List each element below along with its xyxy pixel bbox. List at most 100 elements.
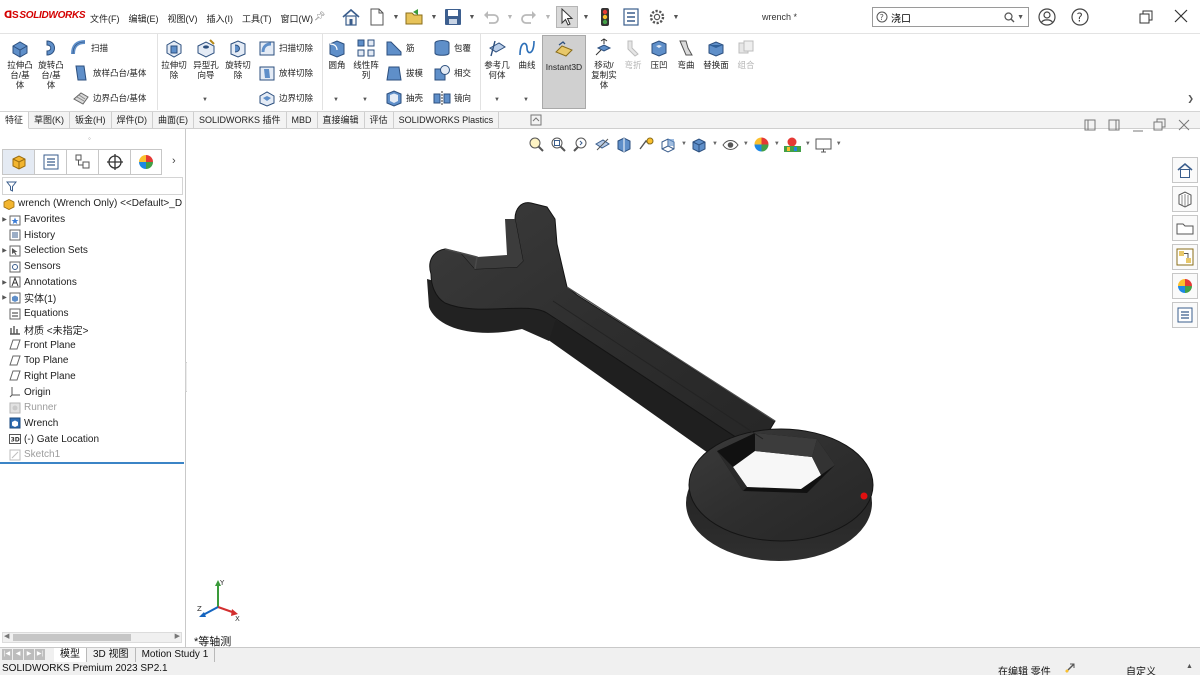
expand-arrow-icon[interactable]: ▶ bbox=[0, 247, 9, 254]
rib-button[interactable]: 筋 bbox=[385, 39, 415, 57]
tab-sheet-metal[interactable]: 钣金(H) bbox=[70, 112, 112, 129]
expand-arrow-icon[interactable]: ▶ bbox=[0, 294, 9, 301]
open-dropdown-icon[interactable]: ▼ bbox=[430, 14, 438, 21]
scrollbar-thumb[interactable] bbox=[13, 634, 131, 641]
intersect-button[interactable]: 相交 bbox=[433, 64, 471, 82]
solidworks-resources-tab[interactable] bbox=[1172, 157, 1198, 183]
viewport-split-icon[interactable] bbox=[1108, 119, 1120, 131]
hole-wizard-dropdown-icon[interactable]: ▼ bbox=[202, 97, 208, 103]
combine-button[interactable]: 组合 bbox=[733, 38, 759, 70]
undo-dropdown-icon[interactable]: ▼ bbox=[506, 14, 514, 21]
tree-item-selection-sets[interactable]: ▶ Selection Sets bbox=[0, 243, 186, 259]
view-settings-dropdown-icon[interactable]: ▼ bbox=[836, 141, 842, 147]
instant3d-button[interactable]: Instant3D bbox=[542, 35, 586, 109]
file-explorer-tab[interactable] bbox=[1172, 215, 1198, 241]
apply-scene-dropdown-icon[interactable]: ▼ bbox=[805, 141, 811, 147]
feature-manager-tab[interactable] bbox=[2, 149, 34, 175]
ribbon-collapse-icon[interactable]: ❯ bbox=[1187, 94, 1194, 103]
tab-weldments[interactable]: 焊件(D) bbox=[112, 112, 154, 129]
tree-item-top-plane[interactable]: Top Plane bbox=[0, 353, 186, 369]
zoom-to-area-icon[interactable] bbox=[549, 135, 568, 154]
tree-root-part[interactable]: wrench (Wrench Only) <<Default>_D bbox=[0, 196, 186, 212]
tab-mbd[interactable]: MBD bbox=[287, 112, 318, 129]
redo-icon[interactable] bbox=[518, 6, 540, 28]
search-dropdown-icon[interactable]: ▼ bbox=[1017, 14, 1024, 21]
tab-sketch[interactable]: 草图(K) bbox=[29, 112, 71, 129]
revolve-cut-button[interactable]: 旋转切 除 bbox=[223, 38, 253, 80]
redo-dropdown-icon[interactable]: ▼ bbox=[544, 14, 552, 21]
viewport-close-icon[interactable] bbox=[1178, 119, 1190, 131]
tree-item-origin[interactable]: Origin bbox=[0, 384, 186, 400]
dynamic-annotation-icon[interactable] bbox=[637, 135, 656, 154]
shell-button[interactable]: 抽壳 bbox=[385, 89, 423, 107]
indent-button[interactable]: 压凹 bbox=[646, 38, 672, 70]
display-style-icon[interactable] bbox=[690, 135, 709, 154]
tree-item-history[interactable]: History bbox=[0, 227, 186, 243]
select-cursor-icon[interactable] bbox=[556, 6, 578, 28]
save-dropdown-icon[interactable]: ▼ bbox=[468, 14, 476, 21]
property-manager-tab[interactable] bbox=[34, 149, 66, 175]
tree-filter-input[interactable] bbox=[2, 177, 183, 195]
user-account-icon[interactable] bbox=[1038, 8, 1056, 26]
custom-properties-tab[interactable] bbox=[1172, 302, 1198, 328]
tree-item-gate-location[interactable]: 3D (-) Gate Location bbox=[0, 431, 186, 447]
view-3d-dynamic-icon[interactable] bbox=[615, 135, 634, 154]
appearances-tab[interactable] bbox=[1172, 273, 1198, 299]
edit-appearance-icon[interactable] bbox=[752, 135, 771, 154]
tab-motion-study[interactable]: Motion Study 1 bbox=[136, 648, 216, 662]
replace-face-button[interactable]: 替换面 bbox=[700, 38, 732, 70]
help-icon[interactable]: ? bbox=[1071, 8, 1089, 26]
lofted-cut-button[interactable]: 放样切除 bbox=[258, 64, 313, 82]
tree-horizontal-scrollbar[interactable]: ◀ ▶ bbox=[2, 632, 182, 643]
move-copy-body-button[interactable]: 移动/ 复制实 体 bbox=[588, 38, 620, 90]
tree-item-sketch1[interactable]: Sketch1 bbox=[0, 447, 186, 463]
scroll-right-icon[interactable]: ▶ bbox=[175, 632, 180, 640]
menu-edit[interactable]: 编辑(E) bbox=[129, 12, 159, 25]
expand-arrow-icon[interactable]: ▶ bbox=[0, 216, 9, 223]
display-style-dropdown-icon[interactable]: ▼ bbox=[712, 141, 718, 147]
pattern-dropdown-icon[interactable]: ▼ bbox=[362, 97, 368, 103]
panel-grip-icon[interactable]: ◦ bbox=[88, 134, 91, 143]
new-document-icon[interactable] bbox=[366, 6, 388, 28]
first-tab-icon[interactable]: |◀ bbox=[2, 649, 12, 660]
hide-show-items-icon[interactable] bbox=[721, 135, 740, 154]
solidworks-logo[interactable]: ᗡSSOLIDWORKS bbox=[4, 10, 86, 21]
expand-arrow-icon[interactable]: ▶ bbox=[0, 279, 9, 286]
menu-insert[interactable]: 插入(I) bbox=[207, 12, 234, 25]
unit-system[interactable]: 自定义 bbox=[1126, 663, 1156, 675]
curves-dropdown-icon[interactable]: ▼ bbox=[523, 97, 529, 103]
swept-cut-button[interactable]: 扫描切除 bbox=[258, 39, 313, 57]
gate-location-marker[interactable] bbox=[860, 492, 868, 500]
tree-item-favorites[interactable]: ▶ Favorites bbox=[0, 212, 186, 228]
mirror-button[interactable]: 镜向 bbox=[433, 89, 471, 107]
curves-button[interactable]: 曲线 bbox=[513, 38, 541, 70]
tab-evaluate[interactable]: 评估 bbox=[365, 112, 394, 129]
tab-options-icon[interactable] bbox=[530, 114, 542, 126]
tree-item-runner[interactable]: Runner bbox=[0, 400, 186, 416]
display-manager-tab[interactable] bbox=[130, 149, 162, 175]
tree-item-equations[interactable]: Equations bbox=[0, 306, 186, 322]
tab-model[interactable]: 模型 bbox=[54, 648, 87, 662]
tree-item-solid-bodies[interactable]: ▶ 实体(1) bbox=[0, 290, 186, 306]
viewport-restore-icon[interactable] bbox=[1153, 118, 1167, 131]
extrude-cut-button[interactable]: 拉伸切 除 bbox=[159, 38, 189, 80]
sweep-button[interactable]: 扫描 bbox=[70, 39, 108, 57]
view-orientation-dropdown-icon[interactable]: ▼ bbox=[681, 141, 687, 147]
prev-tab-icon[interactable]: ◀ bbox=[13, 649, 23, 660]
previous-view-icon[interactable] bbox=[571, 135, 590, 154]
last-tab-icon[interactable]: ▶| bbox=[35, 649, 45, 660]
tree-item-front-plane[interactable]: Front Plane bbox=[0, 337, 186, 353]
tree-item-right-plane[interactable]: Right Plane bbox=[0, 369, 186, 385]
search-box[interactable]: ? ▼ bbox=[872, 7, 1029, 27]
open-icon[interactable] bbox=[404, 6, 426, 28]
options-gear-icon[interactable] bbox=[646, 6, 668, 28]
tab-addins[interactable]: SOLIDWORKS 插件 bbox=[194, 112, 287, 129]
scroll-left-icon[interactable]: ◀ bbox=[4, 632, 9, 640]
select-dropdown-icon[interactable]: ▼ bbox=[582, 14, 590, 21]
dimxpert-manager-tab[interactable] bbox=[98, 149, 130, 175]
linear-pattern-button[interactable]: 线性阵 列 bbox=[351, 38, 381, 80]
view-settings-icon[interactable] bbox=[814, 135, 833, 154]
new-dropdown-icon[interactable]: ▼ bbox=[392, 14, 400, 21]
menu-file[interactable]: 文件(F) bbox=[90, 12, 120, 25]
undo-icon[interactable] bbox=[480, 6, 502, 28]
